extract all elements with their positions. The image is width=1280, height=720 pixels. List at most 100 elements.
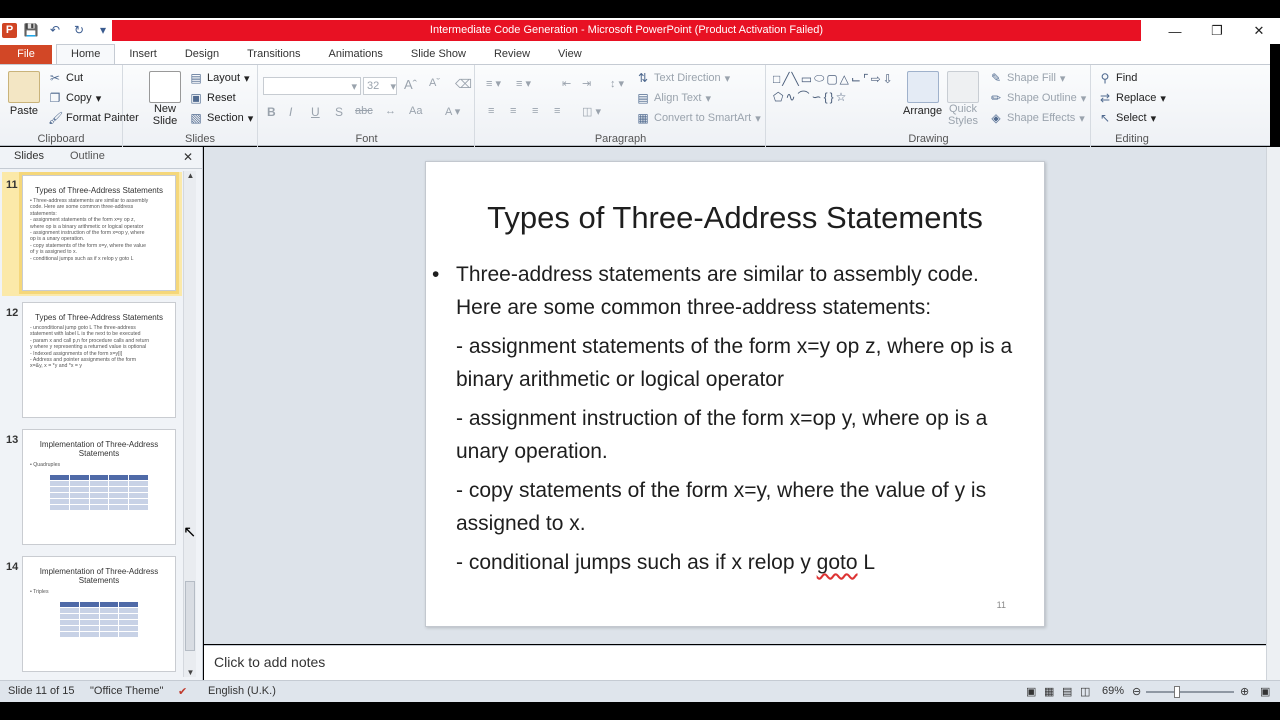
slide-thumbnail-13[interactable]: Implementation of Three-Address Statemen… (22, 429, 176, 545)
arc-shape-icon[interactable]: ⌒ (798, 88, 810, 105)
current-slide[interactable]: Types of Three-Address Statements Three-… (425, 161, 1045, 627)
scroll-up-icon[interactable]: ▲ (184, 171, 197, 180)
align-text-button[interactable]: ▤ Align Text ▾ (636, 91, 711, 105)
powerpoint-app-icon[interactable]: P (2, 23, 17, 38)
zoom-slider-knob[interactable] (1174, 686, 1180, 698)
language-indicator[interactable]: English (U.K.) (208, 685, 276, 697)
triangle-shape-icon[interactable]: △ (840, 72, 849, 86)
align-right-icon[interactable]: ≡ (532, 105, 538, 117)
tab-design[interactable]: Design (171, 45, 233, 64)
slide-sorter-icon[interactable]: ▦ (1044, 685, 1054, 698)
reading-view-icon[interactable]: ▤ (1062, 685, 1072, 698)
brace-right-icon[interactable]: } (830, 90, 834, 104)
tab-home[interactable]: Home (56, 44, 116, 64)
tab-view[interactable]: View (544, 45, 596, 64)
reset-button[interactable]: ▣ Reset (189, 91, 235, 105)
slide-thumbnail-11[interactable]: Types of Three-Address Statements • Thre… (19, 172, 179, 294)
oval-shape-icon[interactable]: ⬭ (814, 71, 824, 86)
rounded-rect-shape-icon[interactable]: ▢ (826, 72, 837, 86)
redo-icon[interactable]: ↻ (70, 21, 88, 39)
customize-toolbar-icon[interactable]: ▾ (94, 21, 112, 39)
clear-formatting-icon[interactable]: ⌫ (455, 77, 472, 91)
font-color-icon[interactable]: A ▾ (445, 105, 460, 118)
char-spacing-icon[interactable]: ↔ (385, 105, 396, 117)
shadow-button[interactable]: S (335, 105, 343, 119)
textbox-shape-icon[interactable]: □ (773, 72, 780, 86)
scroll-down-icon[interactable]: ▼ (184, 668, 197, 677)
slide-thumbnail-14[interactable]: Implementation of Three-Address Statemen… (22, 556, 176, 672)
fit-to-window-icon[interactable]: ▣ (1260, 685, 1270, 698)
zoom-level[interactable]: 69% (1102, 685, 1124, 697)
section-button[interactable]: ▧ Section ▾ (189, 111, 253, 125)
shapes-gallery[interactable]: □ ╱ ╲ ▭ ⬭ ▢ △ ⌙ ⌜ ⇨ ⇩ ⬠ ∿ ⌒ ∽{} ☆ (773, 71, 893, 105)
star-shape-icon[interactable]: ☆ (836, 90, 847, 104)
spell-check-icon[interactable]: ✔ (178, 685, 187, 698)
arrow-right-shape-icon[interactable]: ⇨ (871, 72, 881, 86)
curve-shape-icon[interactable]: ∽ (812, 90, 822, 104)
copy-button[interactable]: ❐ Copy ▾ (48, 91, 102, 105)
tab-animations[interactable]: Animations (315, 45, 397, 64)
tab-outline[interactable]: Outline (70, 150, 105, 162)
numbering-icon[interactable]: ≡ ▾ (516, 77, 531, 90)
underline-button[interactable]: U (311, 105, 320, 119)
zoom-out-icon[interactable]: ⊖ (1132, 685, 1141, 698)
main-scrollbar[interactable] (1266, 147, 1280, 680)
bullets-icon[interactable]: ≡ ▾ (486, 77, 501, 90)
brace-left-icon[interactable]: { (824, 90, 828, 104)
pentagon-shape-icon[interactable]: ⬠ (773, 90, 783, 104)
align-center-icon[interactable]: ≡ (510, 105, 516, 117)
strikethrough-button[interactable]: abc (355, 105, 373, 117)
shape-effects-button[interactable]: ◈ Shape Effects ▾ (989, 111, 1084, 125)
convert-smartart-button[interactable]: ▦ Convert to SmartArt ▾ (636, 111, 760, 125)
rectangle-shape-icon[interactable]: ▭ (801, 72, 812, 86)
grow-font-icon[interactable]: Aˆ (404, 77, 417, 92)
text-direction-button[interactable]: ⇅ Text Direction ▾ (636, 71, 730, 85)
shape-outline-button[interactable]: ✏ Shape Outline ▾ (989, 91, 1086, 105)
slide-title[interactable]: Types of Three-Address Statements (426, 200, 1044, 236)
bold-button[interactable]: B (267, 105, 276, 119)
line-shape-icon[interactable]: ╱ (782, 72, 789, 86)
italic-button[interactable]: I (289, 105, 292, 119)
select-button[interactable]: ↖ Select ▾ (1098, 111, 1156, 125)
arrow-down-shape-icon[interactable]: ⇩ (883, 72, 893, 86)
cut-button[interactable]: ✂ Cut (48, 71, 83, 85)
scrollbar-thumb[interactable] (185, 581, 195, 651)
tab-file[interactable]: File (0, 45, 52, 64)
tab-insert[interactable]: Insert (115, 45, 171, 64)
elbow-connector-icon[interactable]: ⌙ (851, 72, 861, 86)
slide-body[interactable]: Three-address statements are similar to … (432, 258, 1026, 585)
panel-scrollbar[interactable]: ▲ ▼ (183, 171, 196, 677)
font-name-box[interactable]: ▾ (263, 77, 361, 95)
connector-icon[interactable]: ⌜ (863, 72, 869, 86)
tab-slides[interactable]: Slides (14, 150, 44, 162)
new-slide-button[interactable]: New Slide (149, 71, 181, 127)
paste-button[interactable]: Paste (8, 71, 40, 117)
zoom-in-icon[interactable]: ⊕ (1240, 685, 1249, 698)
line-spacing-icon[interactable]: ↕ ▾ (610, 77, 624, 90)
arrange-button[interactable]: Arrange (903, 71, 942, 117)
increase-indent-icon[interactable]: ⇥ (582, 77, 591, 90)
freeform-icon[interactable]: ∿ (785, 90, 795, 104)
notes-pane[interactable]: Click to add notes (204, 645, 1266, 680)
shape-fill-button[interactable]: ✎ Shape Fill ▾ (989, 71, 1065, 85)
align-left-icon[interactable]: ≡ (488, 105, 494, 117)
close-panel-icon[interactable]: ✕ (183, 150, 193, 164)
minimize-icon[interactable]: — (1154, 18, 1196, 44)
slideshow-view-icon[interactable]: ◫ (1080, 685, 1090, 698)
font-size-box[interactable]: 32 ▾ (363, 77, 397, 95)
tab-slide-show[interactable]: Slide Show (397, 45, 480, 64)
replace-button[interactable]: ⇄ Replace ▾ (1098, 91, 1166, 105)
close-icon[interactable]: ✕ (1238, 18, 1280, 44)
format-painter-button[interactable]: 🖌 Format Painter (48, 111, 139, 125)
line-shape-icon[interactable]: ╲ (791, 72, 798, 86)
change-case-button[interactable]: Aa (409, 105, 422, 117)
restore-icon[interactable]: ❐ (1196, 18, 1238, 44)
quick-styles-button[interactable]: Quick Styles (947, 71, 979, 127)
columns-icon[interactable]: ◫ ▾ (582, 105, 601, 118)
layout-button[interactable]: ▤ Layout ▾ (189, 71, 249, 85)
tab-transitions[interactable]: Transitions (233, 45, 314, 64)
find-button[interactable]: ⚲ Find (1098, 71, 1138, 85)
slide-thumbnail-12[interactable]: Types of Three-Address Statements - unco… (22, 302, 176, 418)
shrink-font-icon[interactable]: Aˇ (429, 77, 440, 89)
decrease-indent-icon[interactable]: ⇤ (562, 77, 571, 90)
